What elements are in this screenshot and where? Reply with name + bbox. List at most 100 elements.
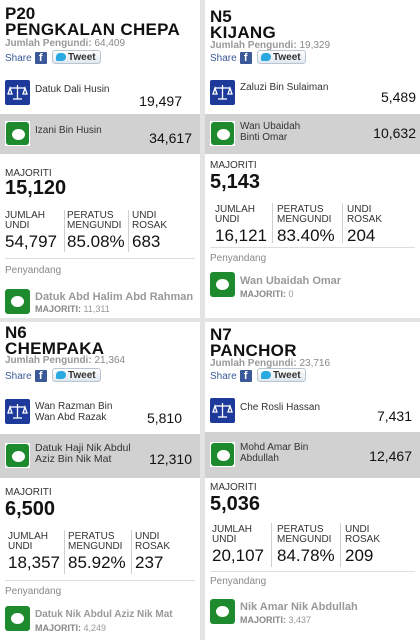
incumbent-majority: MAJORITI: 11,311 (35, 304, 110, 314)
incumbent-name: Datuk Nik Abdul Aziz Nik Mat (35, 609, 173, 620)
incumbent-label: Penyandang (210, 253, 267, 264)
stat-total-votes: JUMLAH UNDI 18,357 (8, 531, 60, 572)
stat-turnout: PERATUS MENGUNDI 83.40% (277, 204, 335, 245)
bn-scales-icon (5, 399, 30, 424)
candidate-votes: 10,632 (373, 125, 416, 141)
stat-divider (131, 530, 132, 574)
stat-turnout: PERATUS MENGUNDI 85.08% (67, 210, 125, 251)
facebook-icon: f (239, 52, 252, 64)
candidate-votes: 5,489 (380, 89, 416, 105)
stat-divider (272, 203, 273, 243)
seat-name: KIJANG (210, 23, 277, 42)
divider (5, 580, 195, 581)
candidate-name: Wan Razman Bin Wan Abd Razak (35, 401, 113, 423)
facebook-icon: f (239, 370, 252, 382)
candidate-name: Wan Ubaidah Binti Omar (240, 121, 301, 143)
candidate-votes: 12,467 (369, 448, 412, 464)
pas-moon-icon (210, 442, 235, 467)
pas-moon-icon (210, 599, 235, 624)
candidate-row: Datuk Dali Husin 19,497 (0, 72, 200, 114)
divider (210, 571, 415, 572)
stat-divider (271, 523, 272, 567)
share-facebook-button[interactable]: Share f (210, 52, 252, 64)
majority-label: MAJORITI (5, 487, 52, 498)
incumbent-label: Penyandang (5, 265, 62, 276)
majority-value: 5,143 (210, 171, 261, 193)
candidate-name: Mohd Amar Bin Abdullah (240, 442, 309, 464)
share-facebook-button[interactable]: Share f (5, 52, 47, 64)
stat-divider (128, 210, 129, 252)
seat-name: PANCHOR (210, 341, 297, 360)
stat-divider (64, 210, 65, 252)
candidate-votes: 34,617 (149, 130, 192, 146)
tweet-button[interactable]: Tweet (257, 368, 306, 382)
pas-moon-icon (210, 272, 235, 297)
candidate-name: Zaluzi Bin Sulaiman (240, 82, 329, 93)
stat-total-votes: JUMLAH UNDI 54,797 (5, 210, 57, 251)
candidate-votes: 12,310 (149, 451, 192, 467)
seat-card-n6: N6 CHEMPAKA Jumlah Pengundi: 21,364 Shar… (0, 322, 200, 640)
candidate-row-winner: Izani Bin Husin 34,617 (0, 114, 200, 154)
incumbent-name: Wan Ubaidah Omar (240, 275, 342, 287)
bn-scales-icon (210, 80, 235, 105)
candidate-votes: 19,497 (139, 93, 182, 109)
stat-spoilt: UNDI ROSAK 209 (345, 524, 381, 565)
bn-scales-icon (5, 80, 30, 105)
stat-spoilt: UNDI ROSAK 237 (135, 531, 171, 572)
seat-card-n5: N5 KIJANG Jumlah Pengundi: 19,329 Share f… (205, 0, 420, 318)
majority-value: 15,120 (5, 177, 67, 199)
seat-name: PENGKALAN CHEPA (5, 20, 181, 39)
candidate-name: Datuk Dali Husin (35, 84, 110, 95)
candidate-row-winner: Mohd Amar Bin Abdullah 12,467 (205, 432, 420, 478)
facebook-icon: f (34, 52, 47, 64)
candidate-name: Datuk Haji Nik Abdul Aziz Bin Nik Mat (35, 442, 131, 465)
incumbent-name: Nik Amar Nik Abdullah (240, 601, 358, 613)
share-facebook-button[interactable]: Share f (210, 370, 252, 382)
twitter-bird-icon (261, 371, 271, 379)
incumbent-label: Penyandang (5, 586, 62, 597)
majority-value: 6,500 (5, 498, 56, 520)
candidate-row: Wan Razman Bin Wan Abd Razak 5,810 (0, 390, 200, 434)
stat-divider (340, 523, 341, 567)
majority-label: MAJORITI (210, 160, 257, 171)
incumbent-name: Datuk Abd Halim Abd Rahman (35, 291, 194, 303)
pas-moon-icon (5, 121, 30, 146)
stat-spoilt: UNDI ROSAK 204 (347, 204, 383, 245)
candidate-row-winner: Wan Ubaidah Binti Omar 10,632 (205, 114, 420, 154)
seat-card-p20: P20 PENGKALAN CHEPA Jumlah Pengundi: 64,… (0, 0, 200, 318)
registered-voters: Jumlah Pengundi: 64,409 (5, 38, 126, 49)
incumbent-label: Penyandang (210, 576, 267, 587)
majority-value: 5,036 (210, 493, 261, 515)
stat-total-votes: JUMLAH UNDI 16,121 (215, 204, 267, 245)
tweet-button[interactable]: Tweet (52, 368, 101, 382)
twitter-bird-icon (56, 53, 66, 61)
twitter-bird-icon (261, 53, 271, 61)
candidate-name: Izani Bin Husin (35, 125, 102, 136)
divider (210, 247, 415, 248)
candidate-row: Che Rosli Hassan 7,431 (205, 390, 420, 432)
facebook-icon: f (34, 370, 47, 382)
stat-turnout: PERATUS MENGUNDI 85.92% (68, 531, 126, 572)
pas-moon-icon (5, 289, 30, 314)
tweet-button[interactable]: Tweet (52, 50, 101, 64)
pas-moon-icon (210, 121, 235, 146)
tweet-button[interactable]: Tweet (257, 50, 306, 64)
share-facebook-button[interactable]: Share f (5, 370, 47, 382)
divider (5, 258, 195, 259)
stat-divider (64, 530, 65, 574)
stat-divider (342, 203, 343, 243)
majority-label: MAJORITI (210, 482, 257, 493)
stat-total-votes: JUMLAH UNDI 20,107 (212, 524, 264, 565)
incumbent-majority: MAJORITI: 4,249 (35, 623, 107, 633)
stat-turnout: PERATUS MENGUNDI 84.78% (277, 524, 335, 565)
incumbent-majority: MAJORITI: 3,437 (240, 615, 312, 625)
pas-moon-icon (5, 443, 30, 468)
candidate-votes: 7,431 (376, 408, 412, 424)
stat-spoilt: UNDI ROSAK 683 (132, 210, 168, 251)
candidate-row-winner: Datuk Haji Nik Abdul Aziz Bin Nik Mat 12… (0, 434, 200, 478)
registered-voters: Jumlah Pengundi: 21,364 (5, 355, 126, 366)
twitter-bird-icon (56, 371, 66, 379)
seat-card-n7: N7 PANCHOR Jumlah Pengundi: 23,716 Share… (205, 322, 420, 640)
candidate-votes: 5,810 (146, 410, 182, 426)
candidate-row: Zaluzi Bin Sulaiman 5,489 (205, 72, 420, 114)
